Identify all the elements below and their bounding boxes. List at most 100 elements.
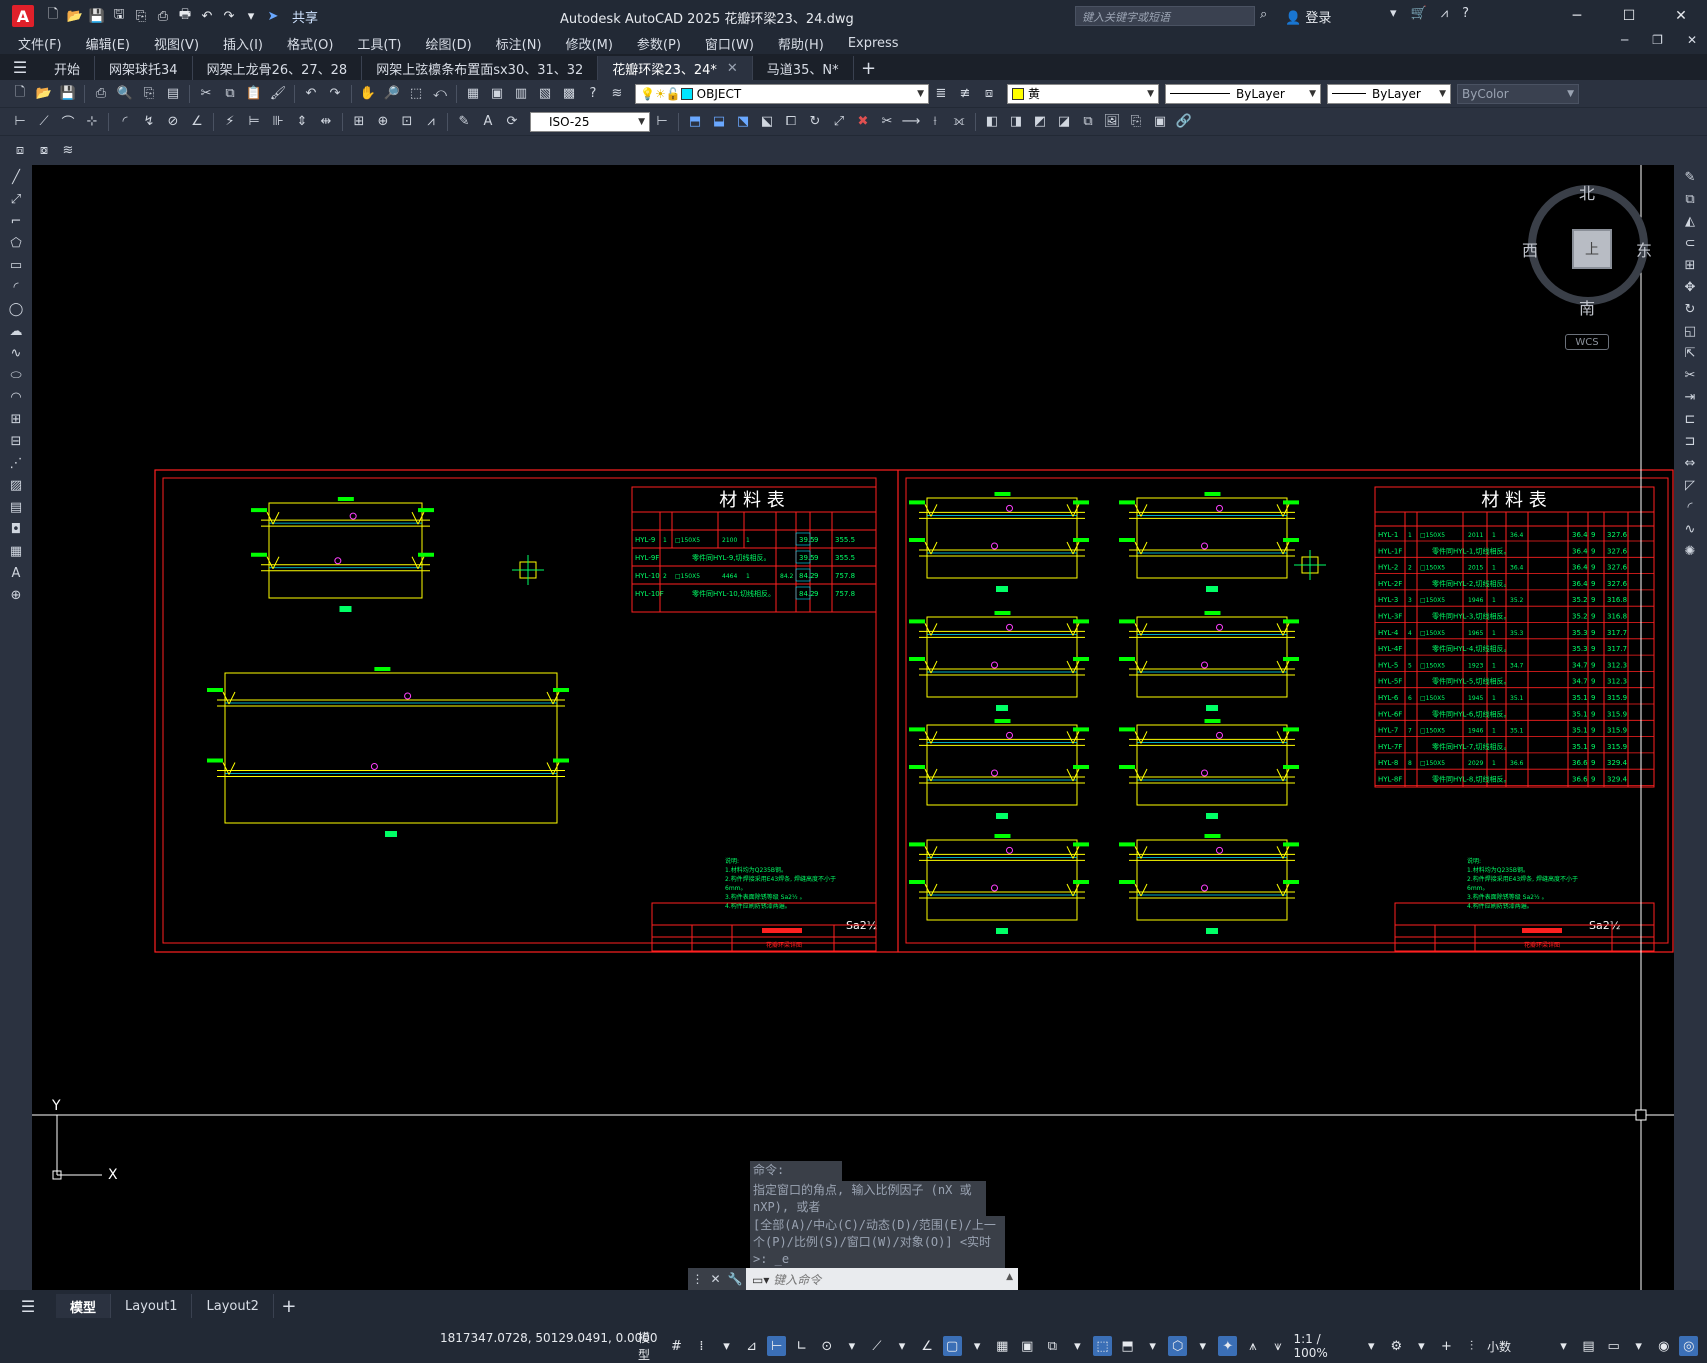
diameter-dim-icon[interactable]: ⊘ — [163, 112, 183, 132]
erase-icon[interactable]: ✎ — [1680, 167, 1700, 187]
dim-text-edit-icon[interactable]: A — [478, 112, 498, 132]
jogged-linear-icon[interactable]: ⩘ — [421, 112, 441, 132]
file-tab[interactable]: 网架上弦檩条布置面sx30、31、32 — [362, 56, 599, 80]
chamfer-icon[interactable]: ◸ — [1680, 475, 1700, 495]
units-dropdown[interactable]: 小数 — [1487, 1338, 1548, 1355]
search-icon[interactable]: ⌕ — [1260, 7, 1267, 22]
autodesk-icon[interactable]: ⩘ — [1441, 6, 1448, 21]
plot-preview-icon[interactable]: 🔍 — [115, 84, 135, 104]
search-input[interactable]: 键入关键字或短语 — [1075, 6, 1255, 26]
mtext-icon[interactable]: A — [6, 563, 26, 583]
linear-dim-icon[interactable]: ⊢ — [10, 112, 30, 132]
lock-ui-icon[interactable]: ▭ — [1604, 1336, 1623, 1356]
make-current-icon[interactable]: ≣ — [931, 84, 951, 104]
erase-icon[interactable]: ✖ — [853, 112, 873, 132]
aligned-dim-icon[interactable]: ⟋ — [34, 112, 54, 132]
file-tab[interactable]: 花瓣环梁23、24* ✕ — [598, 56, 753, 80]
redo-icon[interactable]: ↷ — [220, 7, 238, 25]
zoom-window-icon[interactable]: ⬚ — [406, 84, 426, 104]
close-button[interactable]: ✕ — [1655, 0, 1707, 32]
help-icon[interactable]: ? — [583, 84, 603, 104]
spline-icon[interactable]: ∿ — [6, 343, 26, 363]
close-icon[interactable]: ✕ — [710, 1272, 720, 1286]
auto-scale-icon[interactable]: ⩛ — [1268, 1336, 1287, 1356]
quick-dim-icon[interactable]: ⚡ — [220, 112, 240, 132]
insert-icon[interactable]: ◨ — [1006, 112, 1026, 132]
chevron-down-icon[interactable]: ▾ — [1629, 1336, 1648, 1356]
annotation-monitor-icon[interactable]: + — [1437, 1336, 1456, 1356]
break-at-point-icon[interactable]: ⊏ — [1680, 409, 1700, 429]
viewcube-top-face[interactable]: 上 — [1572, 229, 1612, 269]
chevron-up-icon[interactable]: ▲ — [1006, 1272, 1013, 1282]
paste-icon[interactable]: 📋 — [244, 84, 264, 104]
menu-item[interactable]: 插入(I) — [223, 34, 263, 53]
dropdown-icon[interactable]: ▾ — [1390, 6, 1397, 21]
wblock-icon[interactable]: ◩ — [1030, 112, 1050, 132]
chevron-down-icon[interactable]: ▾ — [842, 1336, 861, 1356]
continue-dim-icon[interactable]: ⊪ — [268, 112, 288, 132]
new-file-icon[interactable]: 🗋 — [44, 7, 62, 25]
color-dropdown[interactable]: 黄 ▼ — [1007, 83, 1159, 104]
table-icon[interactable]: ▦ — [6, 541, 26, 561]
layout-tab[interactable]: 模型 — [56, 1294, 112, 1318]
plot-icon[interactable]: ⎙ — [154, 7, 172, 25]
copy-obj-icon[interactable]: ⬓ — [709, 112, 729, 132]
cart-icon[interactable]: 🛒 — [1411, 6, 1427, 21]
chevron-down-icon[interactable]: ▾ — [1412, 1336, 1431, 1356]
menu-item[interactable]: 编辑(E) — [86, 34, 130, 53]
chevron-down-icon[interactable]: ▾ — [1068, 1336, 1087, 1356]
undo-icon[interactable]: ↶ — [198, 7, 216, 25]
properties-icon[interactable]: ▦ — [463, 84, 483, 104]
command-input[interactable]: ▭▾ 键入命令 ▲ — [746, 1268, 1018, 1290]
file-tab[interactable]: 马道35、N* — [753, 56, 854, 80]
menu-item[interactable]: Express — [848, 36, 899, 51]
customize-icon[interactable]: ▾ — [242, 7, 260, 25]
new-layout-button[interactable]: + — [274, 1294, 304, 1318]
scale-icon[interactable]: ◱ — [1680, 321, 1700, 341]
jogged-dim-icon[interactable]: ↯ — [139, 112, 159, 132]
isolate-icon[interactable]: ◉ — [1654, 1336, 1673, 1356]
blend-curves-icon[interactable]: ∿ — [1680, 519, 1700, 539]
polygon-icon[interactable]: ⬠ — [6, 233, 26, 253]
join-icon[interactable]: ⇔ — [1680, 453, 1700, 473]
move-icon[interactable]: ✥ — [1680, 277, 1700, 297]
design-center-icon[interactable]: ▣ — [487, 84, 507, 104]
polyline-icon[interactable]: ⌐ — [6, 211, 26, 231]
doc-minimize-button[interactable]: ─ — [1621, 33, 1628, 47]
hatch-icon[interactable]: ▨ — [6, 475, 26, 495]
layer-dropdown[interactable]: 💡 ☀ 🔓 OBJECT ▼ — [635, 83, 929, 104]
rotate-icon[interactable]: ↻ — [805, 112, 825, 132]
revcloud-icon[interactable]: ☁ — [6, 321, 26, 341]
print-icon[interactable]: 🖶 — [176, 7, 194, 25]
layout-tab[interactable]: Layout1 — [111, 1294, 193, 1318]
arc-length-icon[interactable]: ⌒ — [58, 112, 78, 132]
doc-restore-button[interactable]: ❐ — [1652, 33, 1663, 47]
tool-palettes-icon[interactable]: ▥ — [511, 84, 531, 104]
lineweight-icon[interactable]: ▦ — [993, 1336, 1012, 1356]
ortho-icon[interactable]: ∟ — [792, 1336, 811, 1356]
trim-icon[interactable]: ✂ — [1680, 365, 1700, 385]
menu-item[interactable]: 修改(M) — [566, 34, 613, 53]
pan-icon[interactable]: ✋ — [358, 84, 378, 104]
cut-icon[interactable]: ✂ — [196, 84, 216, 104]
3d-print-icon[interactable]: ▤ — [163, 84, 183, 104]
calculator-icon[interactable]: ▩ — [559, 84, 579, 104]
tolerance-icon[interactable]: ⊞ — [349, 112, 369, 132]
model-space-button[interactable]: 模型 — [638, 1329, 661, 1363]
break-icon[interactable]: ⊐ — [1680, 431, 1700, 451]
grip-icon[interactable]: ⋮ — [691, 1272, 703, 1286]
menu-icon[interactable]: ☰ — [0, 54, 40, 80]
layer-state-icon[interactable]: ⧈ — [979, 84, 999, 104]
chevron-down-icon[interactable]: ▾ — [1143, 1336, 1162, 1356]
circle-icon[interactable]: ◯ — [6, 299, 26, 319]
share-icon[interactable]: ➤ — [264, 7, 282, 25]
annotation-visibility-icon[interactable]: ⩚ — [1243, 1336, 1262, 1356]
quick-properties-icon[interactable]: ▤ — [1579, 1336, 1598, 1356]
chevron-down-icon[interactable]: ▾ — [1362, 1336, 1381, 1356]
file-tab[interactable]: 网架球托34 — [95, 56, 193, 80]
fillet-icon[interactable]: ◜ — [1680, 497, 1700, 517]
trim-icon[interactable]: ✂ — [877, 112, 897, 132]
move-icon[interactable]: ⬒ — [685, 112, 705, 132]
save-icon[interactable]: 💾 — [58, 84, 78, 104]
wcs-menu[interactable]: WCS — [1565, 334, 1609, 350]
